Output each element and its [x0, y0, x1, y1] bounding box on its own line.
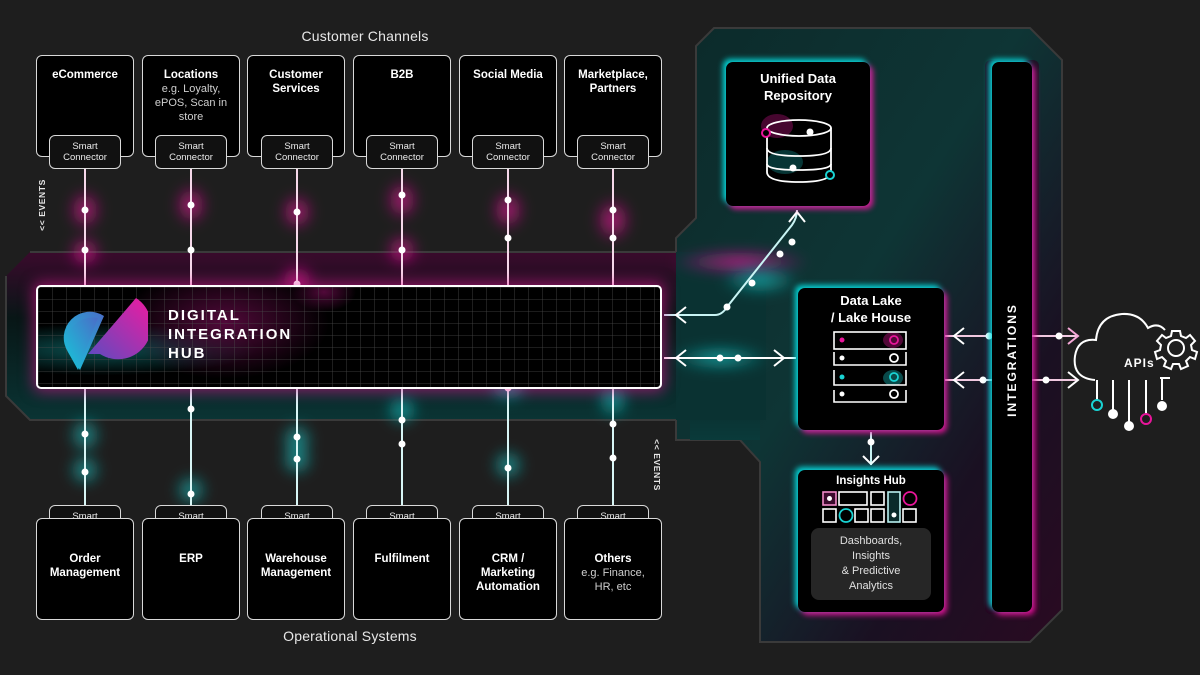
smart-connector[interactable]: SmartConnector — [472, 135, 544, 169]
smart-connector[interactable]: SmartConnector — [261, 135, 333, 169]
operational-systems-title: Operational Systems — [283, 628, 417, 644]
hub-title: DIGITAL INTEGRATION HUB — [168, 307, 293, 362]
apis-cloud-icon — [1073, 312, 1170, 424]
integrations-label: INTEGRATIONS — [1005, 303, 1019, 417]
system-warehouse-management[interactable]: Warehouse Management — [247, 518, 345, 620]
events-label-top: << EVENTS — [37, 179, 47, 231]
hub-logo-icon — [63, 298, 148, 370]
insights-description: Dashboards, Insights & Predictive Analyt… — [811, 528, 931, 600]
diagram-stage: Customer Channels Operational Systems eC… — [0, 0, 1200, 675]
system-order-management[interactable]: Order Management — [36, 518, 134, 620]
system-erp[interactable]: ERP — [142, 518, 240, 620]
smart-connector[interactable]: SmartConnector — [49, 135, 121, 169]
events-label-bottom: << EVENTS — [652, 439, 662, 491]
apis-label: APIs — [1124, 356, 1155, 370]
database-icon — [761, 114, 835, 183]
gear-icon — [1153, 330, 1199, 371]
system-fulfilment[interactable]: Fulfilment — [353, 518, 451, 620]
dashboard-widgets-icon — [822, 491, 918, 523]
customer-channels-title: Customer Channels — [301, 28, 429, 44]
system-others[interactable]: Others e.g. Finance, HR, etc — [564, 518, 662, 620]
smart-connector[interactable]: SmartConnector — [577, 135, 649, 169]
smart-connector[interactable]: SmartConnector — [155, 135, 227, 169]
smart-connector[interactable]: SmartConnector — [366, 135, 438, 169]
system-crm-marketing-automation[interactable]: CRM / Marketing Automation — [459, 518, 557, 620]
server-rack-icon — [833, 331, 907, 403]
